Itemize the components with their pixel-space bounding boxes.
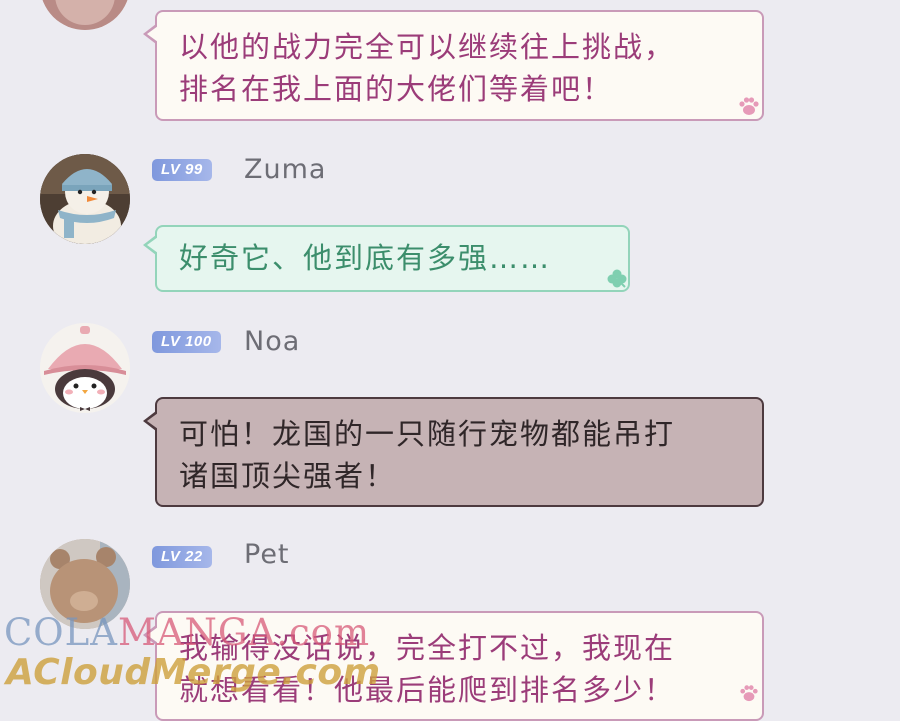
watermark-part: .com bbox=[276, 611, 371, 654]
level-badge: LV 99 bbox=[152, 159, 212, 181]
watermark-acloudmerge: ACloudMerge.com bbox=[6, 652, 381, 693]
username-zuma[interactable]: Zuma bbox=[244, 154, 326, 185]
message-bubble-zuma: 好奇它、他到底有多强…… bbox=[155, 225, 630, 292]
snowman-avatar-icon bbox=[40, 154, 130, 244]
avatar-top-user[interactable] bbox=[40, 0, 130, 30]
penguin-avatar-icon bbox=[40, 323, 130, 413]
watermark-colamanga: COLAMANGA.com bbox=[4, 611, 370, 654]
message-line: 好奇它、他到底有多强…… bbox=[179, 241, 552, 275]
avatar-noa[interactable] bbox=[40, 323, 130, 413]
paw-icon bbox=[740, 685, 758, 702]
message-line: 以他的战力完全可以继续往上挑战， bbox=[179, 30, 676, 64]
watermark-part: COLA bbox=[4, 611, 118, 654]
username-noa[interactable]: Noa bbox=[244, 326, 300, 357]
clover-icon bbox=[607, 269, 627, 288]
avatar-zuma[interactable] bbox=[40, 154, 130, 244]
avatar-image bbox=[42, 0, 128, 30]
username-pet[interactable]: Pet bbox=[244, 539, 290, 570]
message-line: 排名在我上面的大佬们等着吧！ bbox=[179, 72, 614, 106]
message-bubble-top: 以他的战力完全可以继续往上挑战， 排名在我上面的大佬们等着吧！ bbox=[155, 10, 764, 121]
watermark-part: MANGA bbox=[117, 611, 277, 654]
message-line: 诸国顶尖强者！ bbox=[179, 459, 397, 493]
level-badge: LV 22 bbox=[152, 546, 212, 568]
level-badge: LV 100 bbox=[152, 331, 221, 353]
message-bubble-noa: 可怕！龙国的一只随行宠物都能吊打 诸国顶尖强者！ bbox=[155, 397, 764, 507]
paw-icon bbox=[739, 97, 759, 115]
message-line: 可怕！龙国的一只随行宠物都能吊打 bbox=[179, 417, 676, 451]
